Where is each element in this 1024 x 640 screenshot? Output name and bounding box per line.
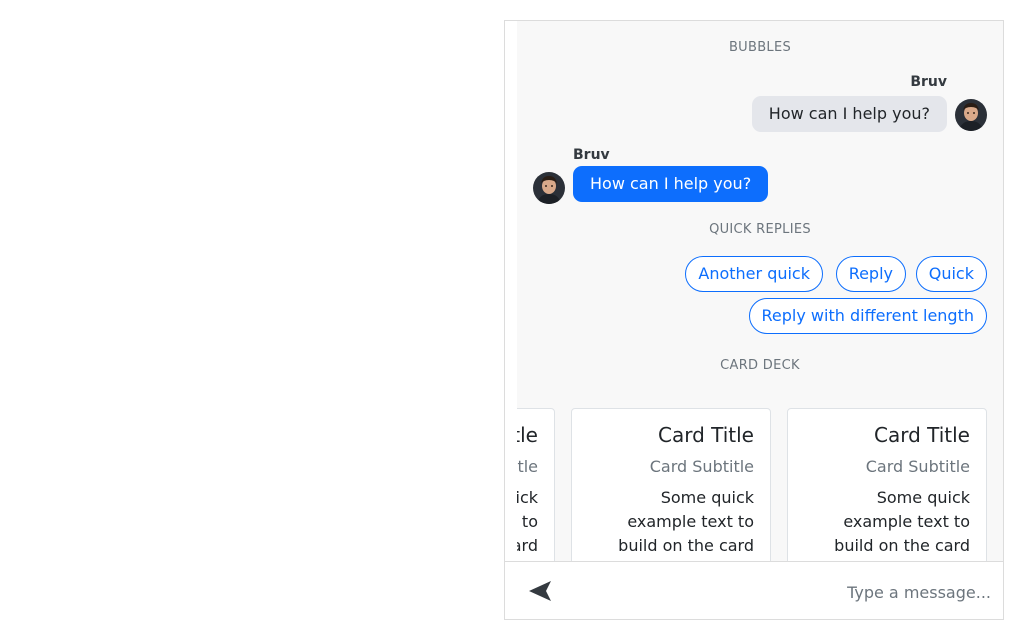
message-bubble-outgoing: ?How can I help you	[751, 96, 947, 132]
avatar	[955, 99, 987, 131]
card-text: Some quick example text to build on the …	[517, 488, 538, 555]
card-title: Card Title	[517, 423, 538, 447]
send-icon	[529, 581, 551, 601]
chat-widget: BUBBLES Bruv ?How can I help you Bruv ?H…	[504, 20, 1004, 620]
card[interactable]: Card Title Card Subtitle Some quick exam…	[787, 408, 987, 561]
message-input[interactable]	[575, 576, 993, 608]
section-label-quick-replies: QUICK REPLIES	[709, 222, 811, 237]
card-subtitle: Card Subtitle	[649, 457, 754, 476]
message-input-bar	[505, 561, 1003, 619]
card-title: Card Title	[657, 423, 754, 447]
message-list[interactable]: BUBBLES Bruv ?How can I help you Bruv ?H…	[517, 21, 1003, 561]
card[interactable]: Card Title Card Subtitle Some quick exam…	[571, 408, 771, 561]
sender-name: Bruv	[910, 74, 947, 90]
quick-reply-button[interactable]: Reply	[835, 256, 906, 292]
section-label-bubbles: BUBBLES	[728, 40, 792, 55]
message-bubble-incoming: ?How can I help you	[573, 166, 769, 202]
card-title: Card Title	[873, 423, 970, 447]
avatar-image	[955, 99, 987, 131]
send-button[interactable]	[527, 579, 553, 603]
card-text: Some quick example text to build on the …	[834, 488, 970, 555]
card-text: Some quick example text to build on the …	[618, 488, 754, 555]
section-label-card-deck: CARD DECK	[720, 358, 800, 373]
quick-reply-button[interactable]: Another quick	[685, 256, 823, 292]
sender-name: Bruv	[573, 147, 610, 163]
card-subtitle: Card Subtitle	[865, 457, 970, 476]
quick-reply-button[interactable]: Reply with different length	[748, 298, 987, 334]
card[interactable]: Card Title Card Subtitle Some quick exam…	[517, 408, 555, 561]
avatar-image	[533, 172, 565, 204]
avatar	[533, 172, 565, 204]
quick-reply-button[interactable]: Quick	[915, 256, 987, 292]
card-subtitle: Card Subtitle	[517, 457, 538, 476]
